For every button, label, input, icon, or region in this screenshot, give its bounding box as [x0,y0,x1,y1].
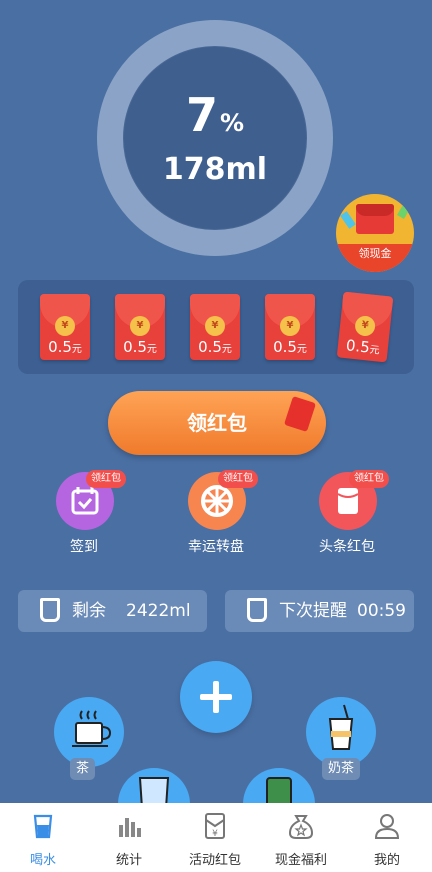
claim-red-packet-button[interactable]: 领红包 [108,391,326,455]
cup-icon [247,598,267,622]
tea-cup-icon [72,710,112,747]
packet-amount: 0.5元 [273,338,307,356]
tea-button[interactable] [54,697,124,767]
reminder-pill: 下次提醒 00:59 [225,590,414,632]
cup-icon [40,598,60,622]
shortcut-label: 头条红包 [319,539,375,555]
ribbon-icon [397,202,411,220]
red-packet[interactable]: ¥ 0.5元 [40,294,90,360]
red-packet[interactable]: ¥ 0.5元 [336,291,394,363]
tea-label: 茶 [70,758,96,780]
cash-badge-button[interactable]: 领现金 [336,194,414,272]
shortcut-lucky-wheel[interactable]: 领红包 幸运转盘 [161,470,271,560]
red-packet-strip: ¥ 0.5元 ¥ 0.5元 ¥ 0.5元 ¥ 0.5元 ¥ 0.5元 [18,280,414,374]
coin-icon: ¥ [280,316,300,336]
packet-amount: 0.5元 [48,338,82,356]
milk-tea-label: 奶茶 [322,758,361,780]
remaining-value: 2422ml [126,601,191,621]
coin-icon: ¥ [205,316,225,336]
shortcut-headline-packet[interactable]: 领红包 头条红包 [292,470,402,560]
tab-activity-packet[interactable]: ¥ 活动红包 [172,803,258,872]
packet-amount: 0.5元 [198,338,232,356]
reminder-value: 00:59 [357,601,406,621]
water-cup-icon [33,814,53,839]
remaining-pill: 剩余 2422ml [18,590,207,632]
money-bag-icon [288,815,314,839]
red-packet[interactable]: ¥ 0.5元 [265,294,315,360]
milk-tea-button[interactable] [306,697,376,767]
shortcut-sign-in[interactable]: 领红包 签到 [29,470,139,560]
tab-label: 统计 [115,853,142,868]
red-envelope-icon: ¥ [205,813,225,839]
tab-label: 喝水 [29,853,56,868]
coin-icon: ¥ [55,316,75,336]
tab-label: 我的 [373,853,400,868]
progress-percent: 7% [185,88,245,142]
packet-amount: 0.5元 [345,336,381,357]
add-water-button[interactable] [180,661,252,733]
packet-amount: 0.5元 [123,338,157,356]
bottom-tab-bar: 喝水 统计 ¥ 活动红包 现金福利 我的 [0,803,432,872]
milk-tea-icon [328,704,354,750]
shortcut-tag: 领红包 [218,470,258,488]
red-envelope-icon [356,204,394,234]
tab-label: 现金福利 [274,853,327,868]
shortcut-tag: 领红包 [86,470,126,488]
tab-water[interactable]: 喝水 [0,803,86,872]
progress-volume: 178ml [162,152,268,187]
tab-stats[interactable]: 统计 [86,803,172,872]
user-icon [374,814,400,839]
red-packet[interactable]: ¥ 0.5元 [190,294,240,360]
tab-label: 活动红包 [188,853,241,868]
reminder-label: 下次提醒 [279,601,347,621]
shortcut-label: 幸运转盘 [188,539,244,555]
remaining-label: 剩余 [72,601,106,621]
shortcut-tag: 领红包 [349,470,389,488]
red-packet[interactable]: ¥ 0.5元 [115,294,165,360]
tab-mine[interactable]: 我的 [344,803,430,872]
tab-cash-welfare[interactable]: 现金福利 [258,803,344,872]
svg-text:¥: ¥ [212,829,218,839]
bar-chart-icon [119,818,141,837]
ribbon-icon [340,211,356,229]
coin-icon: ¥ [130,316,150,336]
cash-badge-label: 领现金 [336,244,414,272]
soda-can-icon [266,777,292,809]
water-glass-icon [138,777,170,809]
shortcut-label: 签到 [70,539,98,555]
